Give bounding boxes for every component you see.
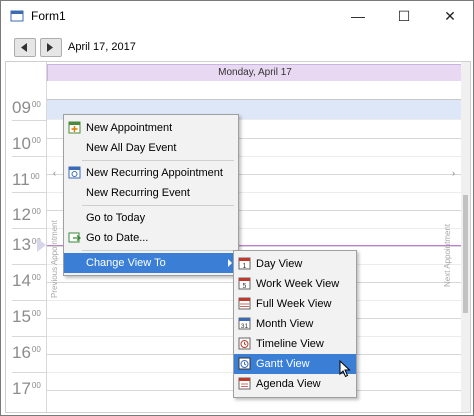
menu-separator — [82, 160, 234, 161]
hour-label: 0900 — [12, 98, 41, 117]
menu-item-go-to-date[interactable]: Go to Date... — [64, 228, 238, 248]
full-week-view-icon — [238, 297, 251, 310]
time-ruler: 0900 1000 1100 1200 1300 1400 1500 1600 … — [6, 62, 47, 412]
work-week-view-icon: 5 — [238, 277, 251, 290]
hour-label: 1100 — [12, 170, 40, 189]
hour-label: 1400 — [12, 271, 41, 290]
maximize-button[interactable]: ☐ — [381, 1, 427, 31]
menu-separator — [82, 205, 234, 206]
all-day-area[interactable] — [47, 81, 461, 100]
day-header[interactable]: Monday, April 17 — [47, 64, 463, 82]
next-appointment-button[interactable]: Next Appointment — [443, 224, 452, 287]
menu-item-change-view-to[interactable]: Change View To — [64, 253, 238, 273]
previous-appointment-button[interactable]: Previous Appointment — [50, 220, 59, 298]
menu-item-new-appointment[interactable]: New Appointment — [64, 118, 238, 138]
title-bar: Form1 — ☐ ✕ — [1, 1, 473, 31]
day-view-icon: 1 — [238, 257, 251, 270]
menu-separator — [82, 250, 234, 251]
mouse-pointer-icon — [339, 360, 351, 378]
hour-label: 1000 — [12, 134, 41, 153]
next-date-button[interactable] — [40, 38, 62, 57]
menu-item-gantt-view[interactable]: Gantt View — [234, 354, 356, 374]
menu-item-month-view[interactable]: 31 Month View — [234, 314, 356, 334]
timeline-view-icon — [238, 337, 251, 350]
svg-text:5: 5 — [243, 283, 247, 290]
chevron-left-icon[interactable]: ‹ — [53, 168, 56, 178]
scrollbar-thumb[interactable] — [463, 195, 468, 313]
menu-item-new-recurring-appointment[interactable]: New Recurring Appointment — [64, 163, 238, 183]
gantt-view-icon — [238, 357, 251, 370]
minimize-button[interactable]: — — [335, 1, 381, 31]
hour-divider — [12, 192, 46, 193]
hour-divider — [12, 156, 46, 157]
right-arrow-icon — [47, 43, 53, 52]
hour-label: 1500 — [12, 307, 41, 326]
new-appointment-icon — [68, 121, 81, 134]
date-navigator: April 17, 2017 — [1, 31, 473, 61]
hour-label: 1200 — [12, 205, 41, 224]
goto-date-icon — [68, 232, 81, 243]
hour-divider — [12, 372, 46, 373]
svg-text:31: 31 — [241, 323, 249, 330]
agenda-view-icon — [238, 377, 251, 390]
svg-text:1: 1 — [243, 263, 247, 270]
previous-date-button[interactable] — [14, 38, 36, 57]
menu-item-go-to-today[interactable]: Go to Today — [64, 208, 238, 228]
current-date-label: April 17, 2017 — [68, 41, 136, 53]
scheduler-context-menu: New Appointment New All Day Event New Re… — [63, 114, 239, 276]
menu-item-day-view[interactable]: 1 Day View — [234, 254, 356, 274]
menu-item-timeline-view[interactable]: Timeline View — [234, 334, 356, 354]
recurring-appointment-icon — [68, 166, 81, 179]
hour-divider — [12, 336, 46, 337]
window-title: Form1 — [31, 9, 66, 23]
chevron-right-icon[interactable]: › — [452, 168, 455, 178]
vertical-scrollbar[interactable] — [461, 62, 470, 412]
current-time-marker — [37, 238, 46, 252]
submenu-arrow-icon — [228, 259, 232, 267]
hour-label: 1600 — [12, 343, 41, 362]
menu-item-work-week-view[interactable]: 5 Work Week View — [234, 274, 356, 294]
month-view-icon: 31 — [238, 317, 251, 330]
hour-label: 1700 — [12, 379, 41, 398]
left-arrow-icon — [21, 43, 27, 52]
app-form-icon — [10, 10, 24, 22]
menu-item-new-recurring-event[interactable]: New Recurring Event — [64, 183, 238, 203]
close-button[interactable]: ✕ — [427, 1, 473, 31]
menu-item-full-week-view[interactable]: Full Week View — [234, 294, 356, 314]
hour-divider — [12, 120, 46, 121]
hour-divider — [12, 228, 46, 229]
hour-divider — [12, 300, 46, 301]
menu-item-agenda-view[interactable]: Agenda View — [234, 374, 356, 394]
hour-divider — [12, 264, 46, 265]
menu-item-new-all-day-event[interactable]: New All Day Event — [64, 138, 238, 158]
app-window: Form1 — ☐ ✕ April 17, 2017 0900 1000 110… — [0, 0, 474, 416]
